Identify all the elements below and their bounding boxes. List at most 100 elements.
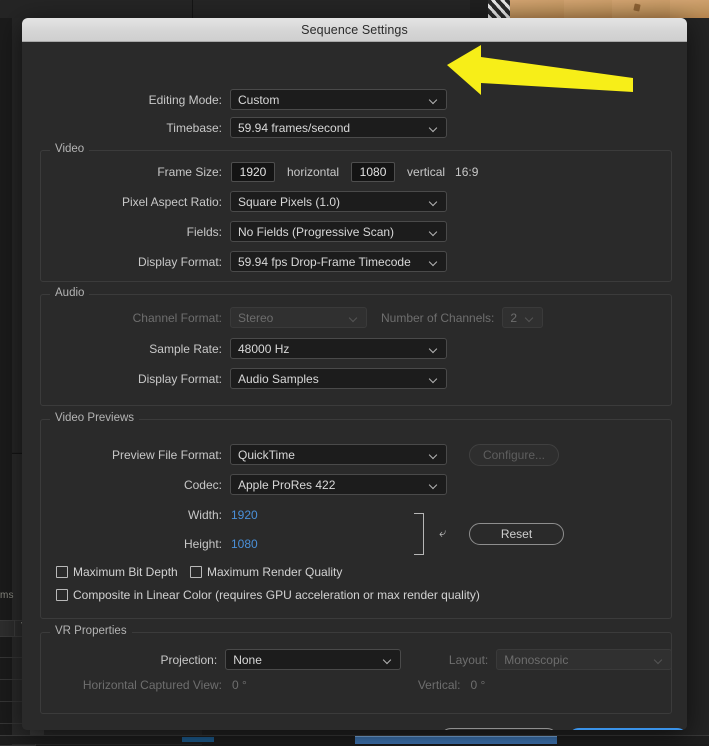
filmstrip-thumbnail bbox=[670, 0, 709, 18]
chevron-down-icon bbox=[430, 199, 438, 204]
background-panel-seam bbox=[192, 0, 193, 18]
aspect-ratio-value: 16:9 bbox=[455, 165, 478, 179]
fields-row: Fields: No Fields (Progressive Scan) bbox=[22, 221, 452, 242]
cancel-button[interactable]: Cancel bbox=[440, 728, 558, 730]
sample-rate-label: Sample Rate: bbox=[22, 342, 222, 356]
frame-height-input[interactable]: 1080 bbox=[351, 162, 395, 182]
preview-height-label: Height: bbox=[22, 537, 222, 551]
preview-height-value: 1080 bbox=[231, 537, 258, 551]
codec-row: Codec: Apple ProRes 422 bbox=[22, 474, 452, 495]
chevron-down-icon bbox=[430, 259, 438, 264]
layout-value: Monoscopic bbox=[497, 653, 568, 667]
maximum-render-quality-label: Maximum Render Quality bbox=[207, 565, 342, 579]
projection-select[interactable]: None bbox=[225, 649, 401, 670]
layout-select: Monoscopic bbox=[496, 649, 672, 670]
audio-display-format-select[interactable]: Audio Samples bbox=[230, 368, 447, 389]
reset-button-label: Reset bbox=[501, 527, 532, 541]
audio-display-format-value: Audio Samples bbox=[231, 372, 319, 386]
chevron-down-icon bbox=[430, 229, 438, 234]
vr-vertical-label: Vertical: bbox=[418, 678, 461, 692]
preview-width-row: Width: 1920 bbox=[22, 504, 352, 525]
chevron-down-icon bbox=[430, 346, 438, 351]
channel-format-label: Channel Format: bbox=[22, 311, 222, 325]
timebase-label: Timebase: bbox=[22, 121, 222, 135]
pixel-aspect-ratio-value: Square Pixels (1.0) bbox=[231, 195, 340, 209]
timebase-value: 59.94 frames/second bbox=[231, 121, 350, 135]
video-display-format-label: Display Format: bbox=[22, 255, 222, 269]
video-previews-group-title: Video Previews bbox=[50, 412, 139, 424]
chevron-down-icon bbox=[655, 657, 663, 662]
editing-mode-label: Editing Mode: bbox=[22, 93, 222, 107]
reset-button[interactable]: Reset bbox=[469, 523, 564, 545]
audio-display-format-label: Display Format: bbox=[22, 372, 222, 386]
sample-rate-row: Sample Rate: 48000 Hz bbox=[22, 338, 452, 359]
codec-value: Apple ProRes 422 bbox=[231, 478, 335, 492]
timebase-row: Timebase: 59.94 frames/second bbox=[22, 117, 452, 138]
maximum-bit-depth-checkbox[interactable] bbox=[56, 566, 68, 578]
preview-file-format-label: Preview File Format: bbox=[22, 448, 222, 462]
filmstrip-hatch-pattern bbox=[488, 0, 510, 18]
dialog-title: Sequence Settings bbox=[301, 23, 408, 37]
horizontal-captured-view-label: Horizontal Captured View: bbox=[22, 678, 222, 692]
background-timeline-clip bbox=[355, 736, 557, 744]
fields-select[interactable]: No Fields (Progressive Scan) bbox=[230, 221, 447, 242]
audio-group-title: Audio bbox=[50, 287, 89, 299]
background-timeline-bar bbox=[0, 735, 709, 744]
video-group-title: Video bbox=[50, 143, 89, 155]
video-display-format-value: 59.94 fps Drop-Frame Timecode bbox=[231, 255, 411, 269]
chevron-down-icon bbox=[350, 315, 358, 320]
frame-height-value: 1080 bbox=[360, 165, 387, 179]
preview-height-row: Height: 1080 bbox=[22, 533, 352, 554]
video-display-format-select[interactable]: 59.94 fps Drop-Frame Timecode bbox=[230, 251, 447, 272]
dialog-body: Editing Mode: Custom Timebase: 59.94 fra… bbox=[22, 42, 687, 730]
horizontal-captured-view-value: 0 ° bbox=[232, 678, 247, 692]
preview-width-value[interactable]: 1920 bbox=[231, 508, 258, 522]
vr-properties-group: VR Properties bbox=[40, 632, 672, 714]
channel-format-select: Stereo bbox=[230, 307, 367, 328]
vr-vertical-value: 0 ° bbox=[471, 678, 486, 692]
configure-button: Configure... bbox=[469, 444, 559, 466]
maximum-bit-depth-checkbox-row[interactable]: Maximum Bit Depth bbox=[56, 565, 178, 579]
preview-width-label: Width: bbox=[22, 508, 222, 522]
maximum-render-quality-checkbox[interactable] bbox=[190, 566, 202, 578]
composite-linear-color-checkbox[interactable] bbox=[56, 589, 68, 601]
pixel-aspect-ratio-select[interactable]: Square Pixels (1.0) bbox=[230, 191, 447, 212]
chevron-down-icon bbox=[384, 657, 392, 662]
filmstrip-detail bbox=[633, 3, 640, 11]
frame-width-value: 1920 bbox=[240, 165, 267, 179]
fields-value: No Fields (Progressive Scan) bbox=[231, 225, 394, 239]
background-timeline-clip-small bbox=[182, 737, 214, 742]
number-of-channels-select: 2 bbox=[502, 307, 543, 328]
preview-file-format-select[interactable]: QuickTime bbox=[230, 444, 447, 465]
configure-button-label: Configure... bbox=[483, 448, 545, 462]
codec-select[interactable]: Apple ProRes 422 bbox=[230, 474, 447, 495]
background-column-divider bbox=[14, 620, 15, 636]
projection-label: Projection: bbox=[22, 653, 217, 667]
dialog-titlebar[interactable]: Sequence Settings bbox=[22, 18, 687, 42]
chain-link-icon[interactable]: ⤶ bbox=[439, 526, 446, 539]
sequence-settings-dialog: Sequence Settings Editing Mode: Custom T… bbox=[22, 18, 687, 730]
composite-linear-color-label: Composite in Linear Color (requires GPU … bbox=[73, 588, 480, 602]
number-of-channels-label: Number of Channels: bbox=[381, 311, 494, 325]
maximum-render-quality-checkbox-row[interactable]: Maximum Render Quality bbox=[190, 565, 342, 579]
frame-size-row: Frame Size: 1920 horizontal 1080 vertica… bbox=[22, 161, 542, 182]
background-ms-label: ms bbox=[0, 590, 14, 601]
vertical-label: vertical bbox=[407, 165, 445, 179]
horizontal-label: horizontal bbox=[287, 165, 339, 179]
link-bracket-icon bbox=[414, 513, 424, 555]
editing-mode-select[interactable]: Custom bbox=[230, 89, 447, 110]
frame-size-label: Frame Size: bbox=[22, 165, 222, 179]
vr-properties-group-title: VR Properties bbox=[50, 625, 132, 637]
ok-button[interactable]: OK bbox=[568, 728, 687, 730]
channel-format-row: Channel Format: Stereo Number of Channel… bbox=[22, 307, 582, 328]
pixel-aspect-ratio-label: Pixel Aspect Ratio: bbox=[22, 195, 222, 209]
timebase-select[interactable]: 59.94 frames/second bbox=[230, 117, 447, 138]
sample-rate-value: 48000 Hz bbox=[231, 342, 289, 356]
editing-mode-value: Custom bbox=[231, 93, 279, 107]
preview-file-format-row: Preview File Format: QuickTime Configure… bbox=[22, 444, 582, 465]
composite-linear-color-checkbox-row[interactable]: Composite in Linear Color (requires GPU … bbox=[56, 588, 480, 602]
frame-width-input[interactable]: 1920 bbox=[231, 162, 275, 182]
audio-display-format-row: Display Format: Audio Samples bbox=[22, 368, 452, 389]
editing-mode-row: Editing Mode: Custom bbox=[22, 89, 452, 110]
sample-rate-select[interactable]: 48000 Hz bbox=[230, 338, 447, 359]
